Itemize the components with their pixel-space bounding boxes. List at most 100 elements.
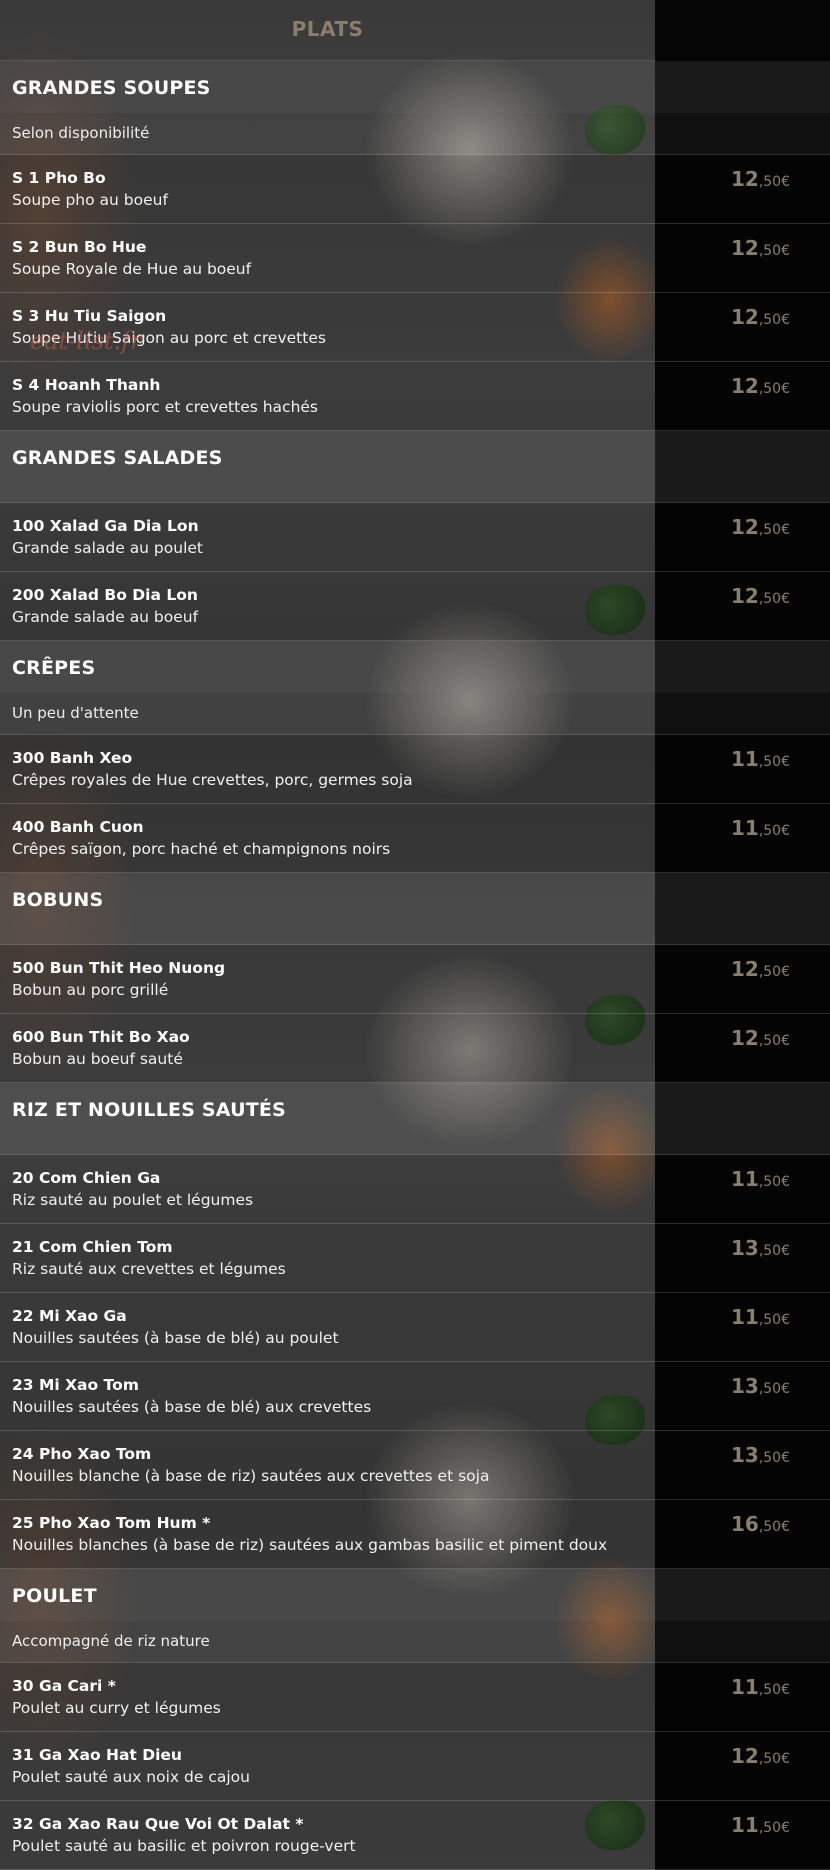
price-integer: 11 bbox=[730, 1675, 759, 1699]
price-integer: 12 bbox=[730, 236, 759, 260]
dish-description: Nouilles sautées (à base de blé) aux cre… bbox=[12, 1398, 372, 1416]
dish-description: Nouilles blanches (à base de riz) sautée… bbox=[12, 1536, 608, 1554]
price-decimal: ,50€ bbox=[758, 1174, 790, 1190]
menu-item: 20 Com Chien Ga Riz sauté au poulet et lé… bbox=[0, 1155, 830, 1224]
section-note-text: Selon disponibilité bbox=[12, 124, 150, 142]
dish-price: 13,50€ bbox=[731, 1443, 790, 1467]
price-decimal: ,50€ bbox=[758, 174, 790, 190]
dish-name: 31 Ga Xao Hat Dieu bbox=[12, 1746, 182, 1764]
menu-item: 300 Banh Xeo Crêpes royales de Hue crevet… bbox=[0, 735, 830, 804]
price-decimal: ,50€ bbox=[758, 823, 790, 839]
dish-price: 12,50€ bbox=[731, 584, 790, 608]
dish-name: 25 Pho Xao Tom Hum * bbox=[12, 1514, 211, 1532]
dish-name: 22 Mi Xao Ga bbox=[12, 1307, 127, 1325]
price-integer: 12 bbox=[730, 957, 759, 981]
menu-item: 24 Pho Xao Tom Nouilles blanche (à base d… bbox=[0, 1431, 830, 1500]
menu-item: 400 Banh Cuon Crêpes saïgon, porc haché e… bbox=[0, 804, 830, 873]
menu-item: 25 Pho Xao Tom Hum * Nouilles blanches (à… bbox=[0, 1500, 830, 1569]
dish-price: 13,50€ bbox=[731, 1374, 790, 1398]
dish-price: 12,50€ bbox=[731, 236, 790, 260]
menu-item: S 1 Pho Bo Soupe pho au boeuf 12,50€ bbox=[0, 155, 830, 224]
dish-description: Poulet sauté au basilic et poivron rouge… bbox=[12, 1837, 356, 1855]
price-decimal: ,50€ bbox=[758, 1519, 790, 1535]
dish-description: Poulet sauté aux noix de cajou bbox=[12, 1768, 250, 1786]
price-decimal: ,50€ bbox=[758, 1243, 790, 1259]
price-decimal: ,50€ bbox=[758, 243, 790, 259]
dish-description: Grande salade au poulet bbox=[12, 539, 204, 557]
dish-description: Crêpes saïgon, porc haché et champignons… bbox=[12, 840, 391, 858]
menu-item: 31 Ga Xao Hat Dieu Poulet sauté aux noix … bbox=[0, 1732, 830, 1801]
dish-price: 11,50€ bbox=[731, 1813, 790, 1837]
price-decimal: ,50€ bbox=[758, 1381, 790, 1397]
dish-price: 11,50€ bbox=[731, 1167, 790, 1191]
price-decimal: ,50€ bbox=[758, 522, 790, 538]
menu-item: 21 Com Chien Tom Riz sauté aux crevettes … bbox=[0, 1224, 830, 1293]
price-decimal: ,50€ bbox=[758, 1312, 790, 1328]
menu-item: 23 Mi Xao Tom Nouilles sautées (à base de… bbox=[0, 1362, 830, 1431]
dish-price: 12,50€ bbox=[731, 957, 790, 981]
dish-description: Riz sauté aux crevettes et légumes bbox=[12, 1260, 286, 1278]
section-title: RIZ ET NOUILLES SAUTÉS bbox=[12, 1099, 286, 1121]
menu-item: 100 Xalad Ga Dia Lon Grande salade au pou… bbox=[0, 503, 830, 572]
price-integer: 13 bbox=[730, 1374, 759, 1398]
menu-item: S 4 Hoanh Thanh Soupe raviolis porc et cr… bbox=[0, 362, 830, 431]
price-decimal: ,50€ bbox=[758, 312, 790, 328]
dish-name: 300 Banh Xeo bbox=[12, 749, 133, 767]
section-note: Selon disponibilité bbox=[0, 113, 830, 155]
section-note-text: Un peu d'attente bbox=[12, 704, 139, 722]
dish-price: 12,50€ bbox=[731, 1026, 790, 1050]
price-decimal: ,50€ bbox=[758, 591, 790, 607]
dish-name: S 4 Hoanh Thanh bbox=[12, 376, 161, 394]
dish-description: Riz sauté au poulet et légumes bbox=[12, 1191, 254, 1209]
price-decimal: ,50€ bbox=[758, 381, 790, 397]
dish-description: Grande salade au boeuf bbox=[12, 608, 199, 626]
dish-description: Bobun au porc grillé bbox=[12, 981, 169, 999]
price-decimal: ,50€ bbox=[758, 1450, 790, 1466]
dish-name: 32 Ga Xao Rau Que Voi Ot Dalat * bbox=[12, 1815, 304, 1833]
page-title: PLATS bbox=[0, 0, 655, 61]
dish-name: S 2 Bun Bo Hue bbox=[12, 238, 147, 256]
section-title: BOBUNS bbox=[12, 889, 104, 911]
section-note-text: Accompagné de riz nature bbox=[12, 1632, 210, 1650]
section-title: GRANDES SOUPES bbox=[12, 77, 211, 99]
section-header: BOBUNS bbox=[0, 873, 830, 945]
price-integer: 12 bbox=[730, 1744, 759, 1768]
price-decimal: ,50€ bbox=[758, 1820, 790, 1836]
dish-name: 500 Bun Thit Heo Nuong bbox=[12, 959, 226, 977]
price-integer: 11 bbox=[730, 1305, 759, 1329]
dish-description: Soupe pho au boeuf bbox=[12, 191, 168, 209]
dish-description: Soupe raviolis porc et crevettes hachés bbox=[12, 398, 319, 416]
price-integer: 12 bbox=[730, 515, 759, 539]
dish-price: 12,50€ bbox=[731, 515, 790, 539]
price-integer: 12 bbox=[730, 167, 759, 191]
dish-price: 12,50€ bbox=[731, 374, 790, 398]
dish-price: 11,50€ bbox=[731, 747, 790, 771]
price-integer: 12 bbox=[730, 305, 759, 329]
menu-item: 200 Xalad Bo Dia Lon Grande salade au boe… bbox=[0, 572, 830, 641]
dish-price: 12,50€ bbox=[731, 1744, 790, 1768]
section-header: RIZ ET NOUILLES SAUTÉS bbox=[0, 1083, 830, 1155]
dish-name: 400 Banh Cuon bbox=[12, 818, 144, 836]
dish-name: 23 Mi Xao Tom bbox=[12, 1376, 139, 1394]
price-integer: 11 bbox=[730, 747, 759, 771]
dish-description: Poulet au curry et légumes bbox=[12, 1699, 221, 1717]
price-decimal: ,50€ bbox=[758, 754, 790, 770]
price-integer: 11 bbox=[730, 816, 759, 840]
price-decimal: ,50€ bbox=[758, 1033, 790, 1049]
dish-description: Crêpes royales de Hue crevettes, porc, g… bbox=[12, 771, 413, 789]
menu-item: 30 Ga Cari * Poulet au curry et légumes 11… bbox=[0, 1663, 830, 1732]
price-integer: 11 bbox=[730, 1167, 759, 1191]
price-integer: 16 bbox=[730, 1512, 759, 1536]
section-header: GRANDES SOUPES bbox=[0, 61, 830, 113]
menu-list: PLATS GRANDES SOUPES Selon disponibilité S… bbox=[0, 0, 830, 1870]
dish-description: Nouilles sautées (à base de blé) au poul… bbox=[12, 1329, 339, 1347]
price-integer: 12 bbox=[730, 584, 759, 608]
price-decimal: ,50€ bbox=[758, 1682, 790, 1698]
menu-item: S 2 Bun Bo Hue Soupe Royale de Hue au boe… bbox=[0, 224, 830, 293]
section-note: Accompagné de riz nature bbox=[0, 1621, 830, 1663]
price-integer: 13 bbox=[730, 1236, 759, 1260]
dish-name: 21 Com Chien Tom bbox=[12, 1238, 173, 1256]
dish-name: 200 Xalad Bo Dia Lon bbox=[12, 586, 198, 604]
menu-item: 22 Mi Xao Ga Nouilles sautées (à base de … bbox=[0, 1293, 830, 1362]
section-header: CRÊPES bbox=[0, 641, 830, 693]
